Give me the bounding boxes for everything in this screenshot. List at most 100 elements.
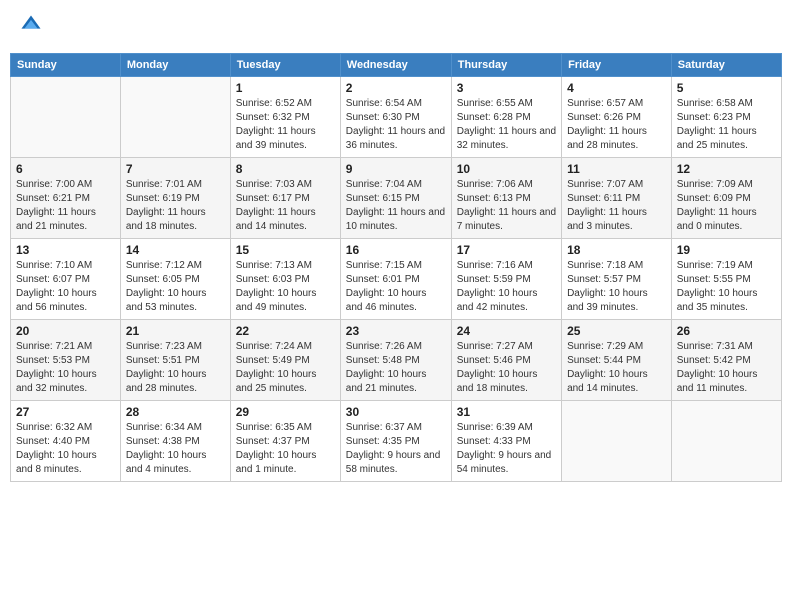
day-number: 25 [567,324,666,338]
calendar-day-cell: 8 Sunrise: 7:03 AMSunset: 6:17 PMDaylight… [230,158,340,239]
calendar-day-cell: 16 Sunrise: 7:15 AMSunset: 6:01 PMDayligh… [340,239,451,320]
day-info: Sunrise: 6:54 AMSunset: 6:30 PMDaylight:… [346,97,446,153]
calendar-day-cell: 23 Sunrise: 7:26 AMSunset: 5:48 PMDayligh… [340,320,451,401]
calendar-day-cell: 30 Sunrise: 6:37 AMSunset: 4:35 PMDayligh… [340,401,451,482]
day-info: Sunrise: 7:31 AMSunset: 5:42 PMDaylight:… [677,340,776,396]
day-info: Sunrise: 6:55 AMSunset: 6:28 PMDaylight:… [457,97,556,153]
day-number: 7 [126,162,225,176]
calendar-day-cell: 24 Sunrise: 7:27 AMSunset: 5:46 PMDayligh… [451,320,561,401]
day-info: Sunrise: 6:57 AMSunset: 6:26 PMDaylight:… [567,97,666,153]
weekday-header: Tuesday [230,54,340,77]
calendar-day-cell [671,401,781,482]
day-number: 30 [346,405,446,419]
weekday-header: Sunday [11,54,121,77]
day-number: 28 [126,405,225,419]
calendar-week-row: 13 Sunrise: 7:10 AMSunset: 6:07 PMDayligh… [11,239,782,320]
day-number: 19 [677,243,776,257]
day-info: Sunrise: 6:34 AMSunset: 4:38 PMDaylight:… [126,421,225,477]
day-info: Sunrise: 7:09 AMSunset: 6:09 PMDaylight:… [677,178,776,234]
day-number: 21 [126,324,225,338]
day-number: 22 [236,324,335,338]
day-info: Sunrise: 6:35 AMSunset: 4:37 PMDaylight:… [236,421,335,477]
calendar-day-cell [120,77,230,158]
day-info: Sunrise: 6:32 AMSunset: 4:40 PMDaylight:… [16,421,115,477]
calendar-day-cell: 15Sunrise: 7:13 AMSunset: 6:03 PMDayligh… [230,239,340,320]
calendar-day-cell: 6 Sunrise: 7:00 AMSunset: 6:21 PMDaylight… [11,158,121,239]
calendar-day-cell: 11 Sunrise: 7:07 AMSunset: 6:11 PMDayligh… [562,158,672,239]
day-number: 14 [126,243,225,257]
day-info: Sunrise: 7:03 AMSunset: 6:17 PMDaylight:… [236,178,335,234]
calendar-day-cell: 4 Sunrise: 6:57 AMSunset: 6:26 PMDaylight… [562,77,672,158]
day-info: Sunrise: 7:12 AMSunset: 6:05 PMDaylight:… [126,259,225,315]
day-number: 3 [457,81,556,95]
day-info: Sunrise: 7:26 AMSunset: 5:48 PMDaylight:… [346,340,446,396]
day-info: Sunrise: 7:06 AMSunset: 6:13 PMDaylight:… [457,178,556,234]
day-info: Sunrise: 7:01 AMSunset: 6:19 PMDaylight:… [126,178,225,234]
day-number: 9 [346,162,446,176]
day-info: Sunrise: 7:27 AMSunset: 5:46 PMDaylight:… [457,340,556,396]
day-info: Sunrise: 7:10 AMSunset: 6:07 PMDaylight:… [16,259,115,315]
day-info: Sunrise: 7:00 AMSunset: 6:21 PMDaylight:… [16,178,115,234]
weekday-header: Friday [562,54,672,77]
calendar-day-cell [11,77,121,158]
day-number: 2 [346,81,446,95]
calendar-day-cell: 31 Sunrise: 6:39 AMSunset: 4:33 PMDayligh… [451,401,561,482]
calendar-week-row: 6 Sunrise: 7:00 AMSunset: 6:21 PMDaylight… [11,158,782,239]
day-number: 16 [346,243,446,257]
day-number: 15 [236,243,335,257]
day-number: 6 [16,162,115,176]
weekday-header: Wednesday [340,54,451,77]
day-info: Sunrise: 7:04 AMSunset: 6:15 PMDaylight:… [346,178,446,234]
calendar-day-cell: 5 Sunrise: 6:58 AMSunset: 6:23 PMDaylight… [671,77,781,158]
day-number: 23 [346,324,446,338]
header [10,10,782,45]
calendar-day-cell: 13 Sunrise: 7:10 AMSunset: 6:07 PMDayligh… [11,239,121,320]
day-number: 4 [567,81,666,95]
day-number: 24 [457,324,556,338]
day-number: 5 [677,81,776,95]
day-info: Sunrise: 7:24 AMSunset: 5:49 PMDaylight:… [236,340,335,396]
day-number: 8 [236,162,335,176]
day-info: Sunrise: 7:19 AMSunset: 5:55 PMDaylight:… [677,259,776,315]
day-number: 20 [16,324,115,338]
day-info: Sunrise: 6:37 AMSunset: 4:35 PMDaylight:… [346,421,446,477]
calendar-day-cell: 19 Sunrise: 7:19 AMSunset: 5:55 PMDayligh… [671,239,781,320]
logo-icon [20,14,42,36]
calendar-day-cell: 14 Sunrise: 7:12 AMSunset: 6:05 PMDayligh… [120,239,230,320]
day-number: 1 [236,81,335,95]
day-number: 27 [16,405,115,419]
calendar-day-cell: 22 Sunrise: 7:24 AMSunset: 5:49 PMDayligh… [230,320,340,401]
calendar-day-cell: 20 Sunrise: 7:21 AMSunset: 5:53 PMDayligh… [11,320,121,401]
day-info: Sunrise: 7:15 AMSunset: 6:01 PMDaylight:… [346,259,446,315]
calendar-day-cell: 18 Sunrise: 7:18 AMSunset: 5:57 PMDayligh… [562,239,672,320]
weekday-header: Monday [120,54,230,77]
calendar-day-cell: 26 Sunrise: 7:31 AMSunset: 5:42 PMDayligh… [671,320,781,401]
weekday-header: Saturday [671,54,781,77]
calendar-header: SundayMondayTuesdayWednesdayThursdayFrid… [11,54,782,77]
day-number: 26 [677,324,776,338]
calendar-day-cell: 1Sunrise: 6:52 AMSunset: 6:32 PMDaylight… [230,77,340,158]
day-number: 13 [16,243,115,257]
day-number: 10 [457,162,556,176]
calendar-day-cell: 12Sunrise: 7:09 AMSunset: 6:09 PMDayligh… [671,158,781,239]
day-number: 11 [567,162,666,176]
calendar-week-row: 1Sunrise: 6:52 AMSunset: 6:32 PMDaylight… [11,77,782,158]
day-info: Sunrise: 7:29 AMSunset: 5:44 PMDaylight:… [567,340,666,396]
calendar-day-cell: 9 Sunrise: 7:04 AMSunset: 6:15 PMDaylight… [340,158,451,239]
calendar-day-cell: 29Sunrise: 6:35 AMSunset: 4:37 PMDayligh… [230,401,340,482]
day-info: Sunrise: 7:18 AMSunset: 5:57 PMDaylight:… [567,259,666,315]
day-number: 17 [457,243,556,257]
day-info: Sunrise: 6:58 AMSunset: 6:23 PMDaylight:… [677,97,776,153]
day-info: Sunrise: 7:21 AMSunset: 5:53 PMDaylight:… [16,340,115,396]
calendar-table: SundayMondayTuesdayWednesdayThursdayFrid… [10,53,782,482]
day-info: Sunrise: 7:07 AMSunset: 6:11 PMDaylight:… [567,178,666,234]
calendar-day-cell: 27 Sunrise: 6:32 AMSunset: 4:40 PMDayligh… [11,401,121,482]
day-number: 31 [457,405,556,419]
calendar-day-cell: 2 Sunrise: 6:54 AMSunset: 6:30 PMDaylight… [340,77,451,158]
day-info: Sunrise: 7:23 AMSunset: 5:51 PMDaylight:… [126,340,225,396]
day-info: Sunrise: 7:16 AMSunset: 5:59 PMDaylight:… [457,259,556,315]
calendar-day-cell: 25 Sunrise: 7:29 AMSunset: 5:44 PMDayligh… [562,320,672,401]
day-info: Sunrise: 6:39 AMSunset: 4:33 PMDaylight:… [457,421,556,477]
day-number: 18 [567,243,666,257]
calendar-week-row: 27 Sunrise: 6:32 AMSunset: 4:40 PMDayligh… [11,401,782,482]
